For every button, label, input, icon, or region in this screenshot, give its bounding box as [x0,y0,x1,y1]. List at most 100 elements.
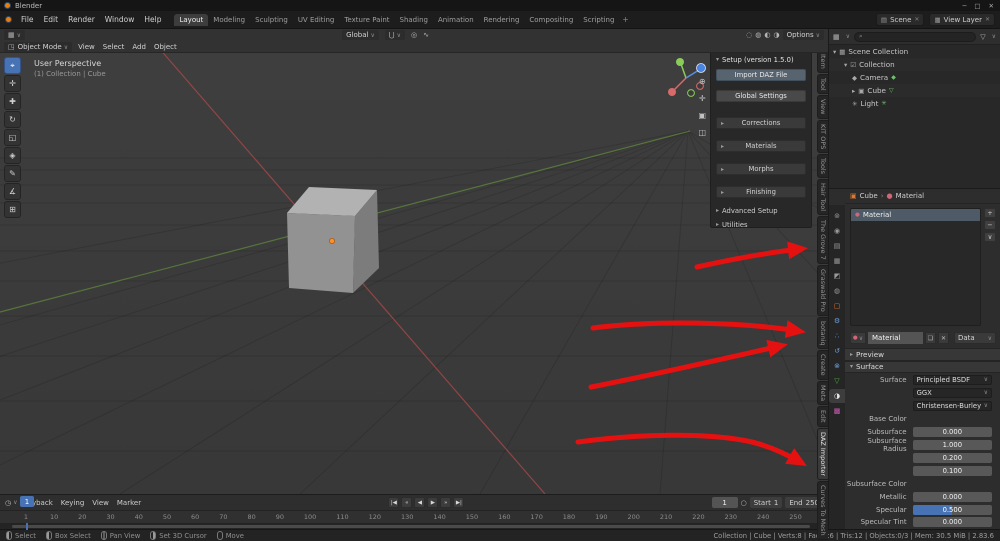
material-slot-row[interactable]: ● Material [851,208,980,221]
properties-tab-tool[interactable]: ⊚ [829,209,845,223]
outliner-row-camera[interactable]: ◆ Camera ◆ [829,71,1000,84]
rotate-tool[interactable]: ↻ [4,111,21,128]
menu-item[interactable]: Render [63,15,100,24]
properties-tab-modifiers[interactable]: ⚙ [829,314,845,328]
shading-wireframe-icon[interactable]: ◌ [746,31,752,39]
sidebar-tab[interactable]: View [817,95,828,119]
sidebar-tab[interactable]: botaniq [817,316,828,350]
outliner-editor-icon[interactable]: ▦ [833,33,840,41]
transport-button[interactable]: |◀ [388,497,400,508]
shading-solid-icon[interactable]: ◍ [755,31,761,39]
shader-dropdown[interactable]: Principled BSDF ∨ [912,374,992,385]
timeline-ruler[interactable]: 1 10 20 30 40 50 60 70 80 90 100 110 120 130 140 150 160… [0,511,828,524]
cursor-tool[interactable]: ✛ [4,75,21,92]
current-frame-field[interactable]: 1 [711,497,738,508]
3d-viewport[interactable]: ▦ ∨ Global ∨ ⋃ ∨ ◎ ∿ ◌ ◍ ◐ ◑ Options ∨ ◳… [0,29,828,494]
outliner-row-collection[interactable]: ▾ ☑ Collection [829,58,1000,71]
outliner-row-light[interactable]: ✳ Light ✳ [829,97,1000,110]
properties-tab-constraints[interactable]: ⊗ [829,359,845,373]
transport-button[interactable]: » [440,497,452,508]
transform-tool[interactable]: ◈ [4,147,21,164]
workspace-tab[interactable]: Modeling [208,14,250,26]
view-layer-selector[interactable]: ▦ View Layer ✕ [929,13,995,26]
add-workspace-button[interactable]: + [622,15,628,24]
properties-tab-output[interactable]: ▤ [829,239,845,253]
npanel-section-header[interactable]: ▸ Finishing [716,186,806,198]
subsurface-field[interactable]: 0.000 [912,426,992,437]
workspace-tab[interactable]: UV Editing [293,14,340,26]
outliner-row-cube[interactable]: ▸ ▣ Cube ▽ [829,84,1000,97]
slot-specials-button[interactable]: ∨ [984,231,996,242]
minimize-button[interactable]: ─ [962,2,966,10]
surface-panel-header[interactable]: ▾ Surface [845,360,1000,374]
maximize-button[interactable]: □ [974,2,980,10]
chevron-right-icon[interactable]: ▸ [852,87,855,95]
breadcrumb-material[interactable]: Material [896,192,924,200]
zoom-icon[interactable]: ⊕ [698,77,706,86]
new-material-button[interactable]: ❏ [925,332,936,345]
properties-tab-data[interactable]: ▽ [829,374,845,388]
viewport-options-dropdown[interactable]: Options ∨ [782,30,824,40]
distribution-dropdown[interactable]: GGX ∨ [912,387,992,398]
snap-toggle[interactable]: ⋃ ∨ [384,30,406,40]
sidebar-tab[interactable]: Graswald Pro [817,265,828,316]
sidebar-tab[interactable]: Tool [817,73,828,95]
scene-unlink-icon[interactable]: ✕ [914,16,919,23]
scale-tool[interactable]: ◱ [4,129,21,146]
close-button[interactable]: ✕ [989,2,994,10]
material-link-dropdown[interactable]: Data ∨ [954,332,996,345]
timeline-menu-item[interactable]: Marker [117,499,141,507]
npanel-section-header[interactable]: ▸ Corrections [716,117,806,129]
timeline-editor-icon[interactable]: ◷ [5,499,11,507]
scene-selector[interactable]: ▤ Scene ✕ [875,13,925,26]
properties-tab-material[interactable]: ◑ [829,389,845,403]
npanel-title[interactable]: ▾ Setup (version 1.5.0) [716,53,806,66]
transform-orientation-dropdown[interactable]: Global ∨ [342,30,379,40]
camera-view-icon[interactable]: ▣ [698,111,706,120]
properties-tab-view-layer[interactable]: ▦ [829,254,845,268]
workspace-tab[interactable]: Shading [395,14,433,26]
workspace-tab[interactable]: Texture Paint [339,14,394,26]
utilities-section[interactable]: ▸ Utilities [716,219,806,230]
material-name-field[interactable]: Material [868,332,923,345]
perspective-toggle-icon[interactable]: ◫ [698,128,706,137]
breadcrumb-object[interactable]: Cube [860,192,878,200]
sidebar-tab[interactable]: DAZ Importer [817,427,828,480]
chevron-down-icon[interactable]: ▾ [833,48,836,56]
subsurface-method-dropdown[interactable]: Christensen-Burley ∨ [912,400,992,411]
auto-keyframe-icon[interactable]: ○ [741,499,747,507]
outliner-row-scene-collection[interactable]: ▾ ▦ Scene Collection [829,45,1000,58]
workspace-tab[interactable]: Rendering [479,14,525,26]
frame-start-field[interactable]: Start 1 [749,497,783,508]
menu-item[interactable]: Edit [39,15,64,24]
workspace-tab[interactable]: Scripting [578,14,619,26]
viewport-menu-item[interactable]: View [78,43,95,51]
measure-tool[interactable]: ∡ [4,183,21,200]
falloff-icon[interactable]: ∿ [423,31,429,39]
timeline-menu-item[interactable]: Keying [61,499,85,507]
view-layer-unlink-icon[interactable]: ✕ [985,16,990,23]
sidebar-tab[interactable]: The Grove 7 [817,216,828,265]
metallic-field[interactable]: 0.000 [912,491,992,502]
advanced-setup-section[interactable]: ▸ Advanced Setup [716,205,806,216]
transport-button[interactable]: ▶ [427,497,439,508]
workspace-tab[interactable]: Animation [433,14,479,26]
add-primitive-tool[interactable]: ⊞ [4,201,21,218]
pan-hand-icon[interactable]: ✛ [698,94,706,103]
blender-menu-icon[interactable] [5,16,12,23]
move-tool[interactable]: ✚ [4,93,21,110]
transport-button[interactable]: ▶| [453,497,465,508]
filter-icon[interactable]: ▽ [980,33,985,41]
specular-tint-field[interactable]: 0.000 [912,517,992,528]
material-slot-list[interactable]: ● Material [850,207,981,326]
sidebar-tab[interactable]: Tools [817,154,828,179]
sidebar-tab[interactable]: Item [817,50,828,73]
sidebar-tab[interactable]: Meta [817,381,828,406]
outliner-search-input[interactable]: ⌕ [854,31,977,42]
subsurface-radius-field-3[interactable]: 0.100 [912,465,992,476]
specular-slider[interactable]: 0.500 [912,504,992,515]
chevron-down-icon[interactable]: ▾ [844,61,847,69]
timeline-menu-item[interactable]: View [92,499,109,507]
mode-dropdown[interactable]: ◳ Object Mode ∨ [4,42,73,52]
import-daz-file-button[interactable]: Import DAZ File [716,69,806,81]
